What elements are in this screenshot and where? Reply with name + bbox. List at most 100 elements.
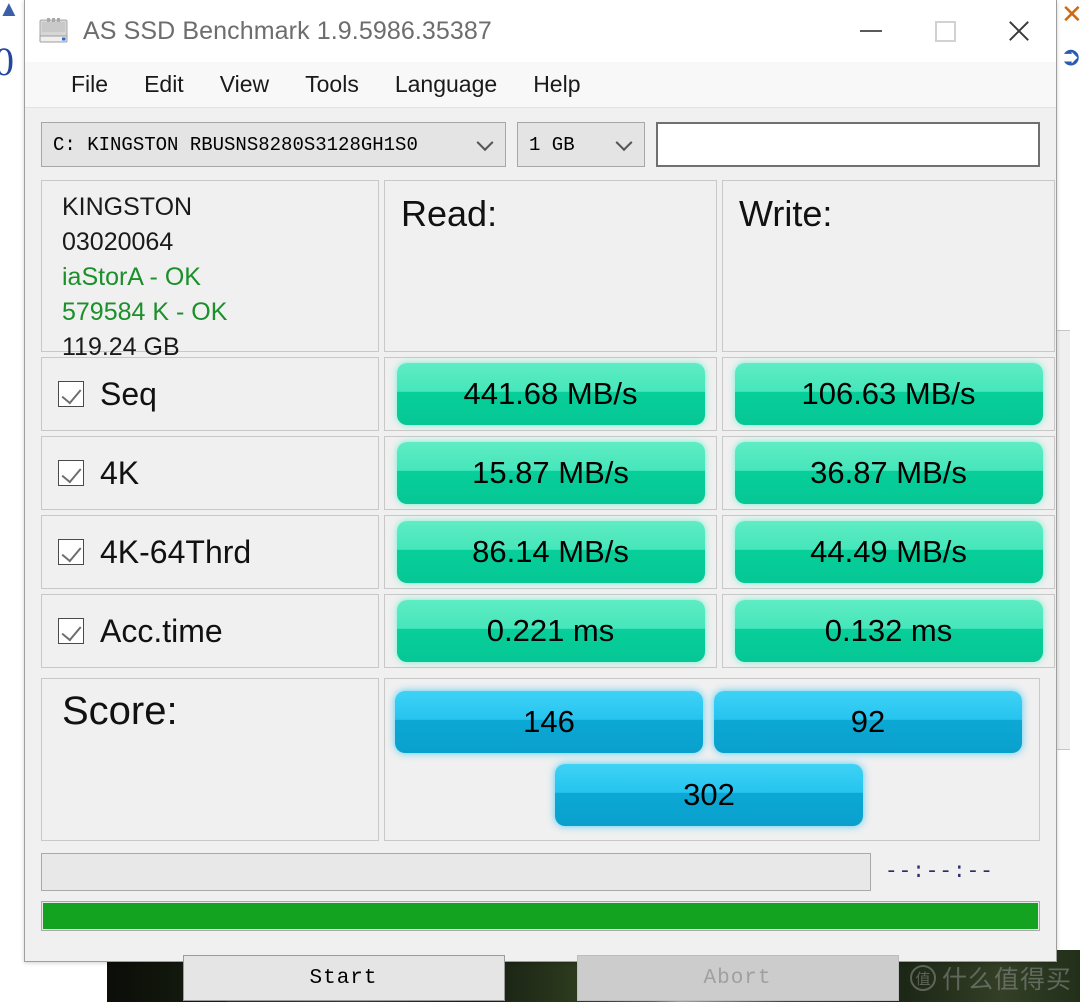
footer: --:--:-- Start Abort [41, 853, 1040, 1001]
menu-item-tools[interactable]: Tools [287, 69, 377, 100]
menu-item-file[interactable]: File [53, 69, 126, 100]
table-row: Acc.time 0.221 ms 0.132 ms [41, 594, 1055, 668]
abort-button: Abort [576, 955, 899, 1001]
score-total: 302 [555, 764, 863, 826]
elapsed-timer: --:--:-- [885, 860, 994, 884]
background-glyph-left-top: ▲ [0, 0, 20, 21]
comment-input[interactable] [656, 122, 1040, 167]
test-row-acctime-label[interactable]: Acc.time [41, 594, 379, 668]
maximize-button[interactable] [908, 0, 982, 62]
test-row-acctime-write-cell: 0.132 ms [722, 594, 1055, 668]
background-glyph-right-top: ✕ [1061, 0, 1080, 29]
score-read-value: 146 [523, 704, 575, 739]
window-body: C: KINGSTON RBUSNS8280S3128GH1S0 1 GB KI… [25, 108, 1056, 1001]
test-row-4k64thrd-write-cell: 44.49 MB/s [722, 515, 1055, 589]
write-column-header: Write: [739, 193, 833, 234]
result-acc-time-write: 0.132 ms [734, 600, 1043, 662]
drive-select-value: C: KINGSTON RBUSNS8280S3128GH1S0 [53, 133, 418, 156]
read-column-header: Read: [401, 193, 498, 234]
result-acc-time-read-value: 0.221 ms [486, 613, 615, 648]
test-row-4k-read-cell: 15.87 MB/s [384, 436, 717, 510]
test-row-4k64thrd-read-cell: 86.14 MB/s [384, 515, 717, 589]
close-icon [1006, 18, 1032, 44]
close-button[interactable] [982, 0, 1056, 62]
result-4k-64thrd-write: 44.49 MB/s [734, 521, 1043, 583]
results-header-row: KINGSTON 03020064 iaStorA - OK 579584 K … [41, 180, 1055, 361]
drive-select[interactable]: C: KINGSTON RBUSNS8280S3128GH1S0 [41, 122, 506, 167]
score-total-value: 302 [683, 777, 735, 812]
read-column-header-cell: Read: [384, 180, 717, 352]
menu-item-edit[interactable]: Edit [126, 69, 202, 100]
result-acc-time-read: 0.221 ms [396, 600, 705, 662]
checkbox-4k-64thrd[interactable] [58, 539, 84, 565]
score-label-cell: Score: [41, 678, 379, 841]
progress-bar-fill [43, 903, 1038, 929]
table-row: 4K-64Thrd 86.14 MB/s 44.49 MB/s [41, 515, 1055, 589]
table-row: Seq 441.68 MB/s 106.63 MB/s [41, 357, 1055, 431]
test-row-seq-write-cell: 106.63 MB/s [722, 357, 1055, 431]
test-row-4k-write-cell: 36.87 MB/s [722, 436, 1055, 510]
result-acc-time-write-value: 0.132 ms [824, 613, 953, 648]
status-field [41, 853, 871, 891]
menu-item-language[interactable]: Language [377, 69, 515, 100]
result-seq-write: 106.63 MB/s [734, 363, 1043, 425]
drive-info-vendor: KINGSTON [62, 193, 193, 221]
result-4k-64thrd-read-value: 86.14 MB/s [472, 534, 629, 569]
table-row: 4K 15.87 MB/s 36.87 MB/s [41, 436, 1055, 510]
chevron-down-icon [615, 133, 633, 151]
ssd-drive-icon [37, 16, 71, 46]
test-row-seq-label[interactable]: Seq [41, 357, 379, 431]
test-name-acc-time: Acc.time [100, 612, 223, 649]
window-controls [834, 0, 1056, 62]
chevron-down-icon [476, 133, 494, 151]
test-name-4k: 4K [100, 454, 140, 491]
checkbox-4k[interactable] [58, 460, 84, 486]
test-name-4k-64thrd: 4K-64Thrd [100, 533, 252, 570]
background-panel-right-lower [1056, 330, 1070, 750]
minimize-button[interactable] [834, 0, 908, 62]
status-row: --:--:-- [41, 853, 1040, 891]
test-row-4k-label[interactable]: 4K [41, 436, 379, 510]
menu-bar: File Edit View Tools Language Help [25, 62, 1056, 108]
drive-info-panel: KINGSTON 03020064 iaStorA - OK 579584 K … [41, 180, 379, 361]
score-values-cell: 146 92 302 [384, 678, 1040, 841]
result-4k-read-value: 15.87 MB/s [472, 455, 629, 490]
test-name-seq: Seq [100, 375, 157, 412]
score-row: Score: 146 92 302 [41, 678, 1040, 841]
selector-row: C: KINGSTON RBUSNS8280S3128GH1S0 1 GB [41, 122, 1040, 167]
test-row-4k64thrd-label[interactable]: 4K-64Thrd [41, 515, 379, 589]
background-glyph-left: 0 [0, 39, 14, 84]
results-grid: KINGSTON 03020064 iaStorA - OK 579584 K … [41, 180, 1055, 841]
size-select[interactable]: 1 GB [517, 122, 645, 167]
result-seq-write-value: 106.63 MB/s [801, 376, 976, 411]
start-button[interactable]: Start [182, 955, 505, 1001]
maximize-icon [934, 20, 956, 42]
write-column-header-cell: Write: [722, 180, 1055, 352]
result-seq-read: 441.68 MB/s [396, 363, 705, 425]
as-ssd-benchmark-window: AS SSD Benchmark 1.9.5986.35387 File Edi… [24, 0, 1057, 1001]
score-write-value: 92 [850, 704, 886, 739]
minimize-icon [860, 30, 882, 32]
result-4k-write: 36.87 MB/s [734, 442, 1043, 504]
action-button-row: Start Abort [41, 955, 1040, 1001]
size-select-value: 1 GB [529, 133, 575, 156]
menu-item-help[interactable]: Help [515, 69, 598, 100]
test-row-acctime-read-cell: 0.221 ms [384, 594, 717, 668]
result-4k-64thrd-write-value: 44.49 MB/s [810, 534, 967, 569]
window-title: AS SSD Benchmark 1.9.5986.35387 [83, 16, 492, 45]
checkbox-seq[interactable] [58, 381, 84, 407]
drive-info-driver: iaStorA - OK [62, 263, 201, 291]
title-bar: AS SSD Benchmark 1.9.5986.35387 [25, 0, 1056, 62]
drive-info-firmware: 03020064 [62, 228, 174, 256]
result-4k-read: 15.87 MB/s [396, 442, 705, 504]
background-glyph-right-second: ➲ [1060, 42, 1080, 71]
checkbox-acc-time[interactable] [58, 618, 84, 644]
result-4k-64thrd-read: 86.14 MB/s [396, 521, 705, 583]
result-4k-write-value: 36.87 MB/s [810, 455, 967, 490]
score-label: Score: [62, 689, 178, 733]
progress-bar [41, 901, 1040, 931]
score-read: 146 [395, 691, 703, 753]
score-write: 92 [714, 691, 1022, 753]
drive-info-alignment: 579584 K - OK [62, 298, 228, 326]
menu-item-view[interactable]: View [202, 69, 287, 100]
